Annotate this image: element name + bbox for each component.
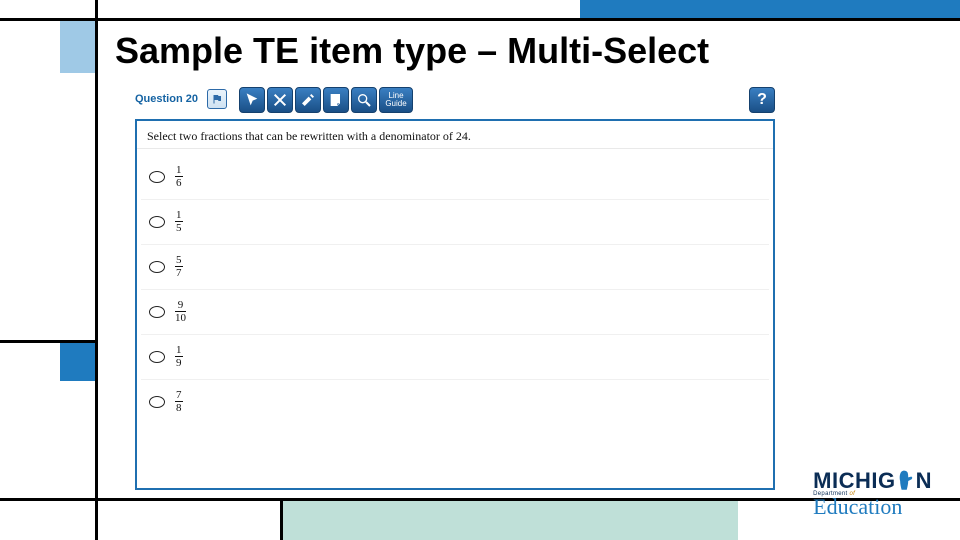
fraction: 19	[175, 345, 183, 369]
question-number-label: Question 20	[135, 93, 198, 105]
answer-option[interactable]: 15	[141, 200, 769, 245]
answer-options: 16 15 57 910 19 78	[137, 149, 773, 430]
magnify-tool-button[interactable]	[351, 87, 377, 113]
option-bubble[interactable]	[149, 261, 165, 273]
decor-block	[60, 21, 95, 73]
mitten-icon	[897, 470, 915, 492]
option-bubble[interactable]	[149, 171, 165, 183]
fraction: 16	[175, 165, 183, 189]
answer-option[interactable]: 78	[141, 380, 769, 424]
note-icon	[328, 92, 344, 108]
fraction: 78	[175, 390, 183, 414]
strike-icon	[272, 92, 288, 108]
question-prompt: Select two fractions that can be rewritt…	[137, 121, 773, 149]
fraction: 910	[175, 300, 186, 324]
answer-option[interactable]: 910	[141, 290, 769, 335]
highlighter-icon	[300, 92, 316, 108]
decor-block	[283, 501, 738, 540]
decor-block	[60, 343, 95, 381]
answer-option[interactable]: 16	[141, 155, 769, 200]
decor-bar	[95, 0, 98, 540]
decor-bar	[0, 18, 960, 21]
fraction: 15	[175, 210, 183, 234]
flag-button[interactable]	[207, 89, 227, 109]
help-icon: ?	[757, 91, 767, 109]
slide-title: Sample TE item type – Multi-Select	[115, 30, 709, 72]
flag-icon	[211, 93, 223, 105]
option-bubble[interactable]	[149, 216, 165, 228]
answer-option[interactable]: 19	[141, 335, 769, 380]
quiz-screenshot: Question 20 Line Guide ?	[135, 85, 775, 490]
answer-option[interactable]: 57	[141, 245, 769, 290]
decor-block	[580, 0, 960, 18]
line-guide-label: Line Guide	[380, 92, 412, 108]
michigan-education-logo: MICHIG N Department of Education	[813, 468, 932, 526]
question-panel: Select two fractions that can be rewritt…	[135, 119, 775, 490]
quiz-toolbar: Question 20 Line Guide ?	[135, 85, 775, 119]
pointer-tool-button[interactable]	[239, 87, 265, 113]
magnify-icon	[356, 92, 372, 108]
logo-line3: Education	[813, 494, 932, 520]
strike-tool-button[interactable]	[267, 87, 293, 113]
note-tool-button[interactable]	[323, 87, 349, 113]
option-bubble[interactable]	[149, 351, 165, 363]
option-bubble[interactable]	[149, 396, 165, 408]
pointer-icon	[244, 92, 260, 108]
fraction: 57	[175, 255, 183, 279]
line-guide-tool-button[interactable]: Line Guide	[379, 87, 413, 113]
help-button[interactable]: ?	[749, 87, 775, 113]
tool-group: Line Guide	[239, 87, 413, 113]
option-bubble[interactable]	[149, 306, 165, 318]
highlighter-tool-button[interactable]	[295, 87, 321, 113]
